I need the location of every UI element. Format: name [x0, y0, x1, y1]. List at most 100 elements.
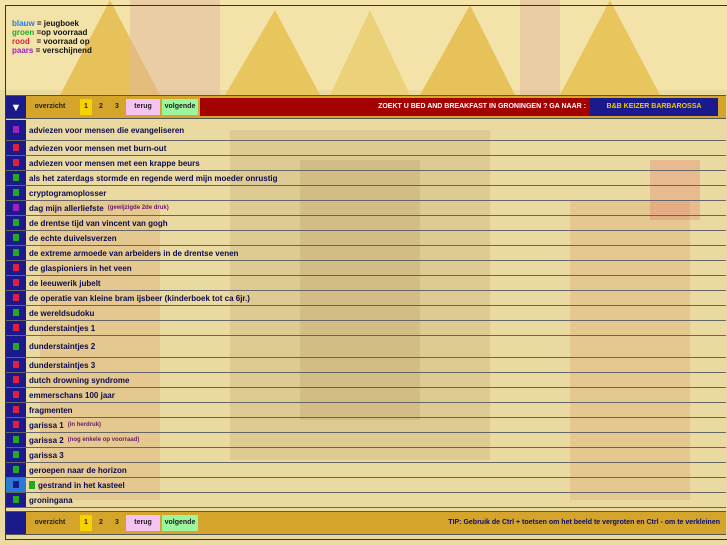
list-item[interactable]: de extreme armoede van arbeiders in de d… — [6, 246, 726, 261]
overzicht-link[interactable]: overzicht — [30, 99, 70, 115]
overzicht-link-bottom[interactable]: overzicht — [30, 515, 70, 531]
book-title-link[interactable]: cryptogramoplosser — [29, 186, 106, 200]
status-marker — [6, 276, 26, 290]
status-square-icon — [13, 324, 19, 331]
list-item[interactable]: adviezen voor mensen met een krappe beur… — [6, 156, 726, 171]
list-item[interactable]: dunderstaintjes 3 — [6, 358, 726, 373]
page-2-link-bottom[interactable]: 2 — [95, 515, 107, 531]
keizer-barbarossa-link[interactable]: B&B KEIZER BARBAROSSA — [590, 98, 718, 116]
list-item[interactable]: adviezen voor mensen met burn-out — [6, 141, 726, 156]
book-title-link[interactable]: groningana — [29, 493, 73, 507]
list-item[interactable]: dunderstaintjes 2 — [6, 336, 726, 358]
color-legend: blauw = jeugboek groen =op voorraad rood =… — [12, 19, 92, 55]
list-item[interactable]: geroepen naar de horizon — [6, 463, 726, 478]
page-3-link[interactable]: 3 — [111, 99, 123, 115]
book-title: adviezen voor mensen met een krappe beur… — [29, 158, 200, 168]
legend-entry: blauw = jeugboek — [12, 19, 92, 28]
list-item[interactable]: emmerschans 100 jaar — [6, 388, 726, 403]
list-item[interactable]: fragmenten — [6, 403, 726, 418]
page-1-link[interactable]: 1 — [80, 99, 92, 115]
list-item[interactable]: dutch drowning syndrome — [6, 373, 726, 388]
status-square-icon — [13, 294, 19, 301]
book-title-link[interactable]: adviezen voor mensen met burn-out — [29, 141, 166, 155]
list-item[interactable]: garissa 3 — [6, 448, 726, 463]
list-item[interactable]: gestrand in het kasteel — [6, 478, 726, 493]
book-title: geroepen naar de horizon — [29, 465, 127, 475]
legend-key: groen — [12, 28, 35, 37]
book-title-link[interactable]: de operatie van kleine bram ijsbeer (kin… — [29, 291, 250, 305]
book-title-link[interactable]: garissa 3 — [29, 448, 64, 462]
book-title: fragmenten — [29, 405, 73, 415]
legend-key: blauw — [12, 19, 35, 28]
status-marker — [6, 478, 26, 492]
book-title-link[interactable]: garissa 1 (in herdruk) — [29, 418, 101, 432]
status-square-icon — [13, 342, 19, 350]
list-item[interactable]: de leeuwerik jubelt — [6, 276, 726, 291]
book-title-link[interactable]: dag mijn allerliefste (gewijzigde 2de dru… — [29, 201, 169, 215]
book-title-link[interactable]: de extreme armoede van arbeiders in de d… — [29, 246, 238, 260]
book-title: dunderstaintjes 2 — [29, 342, 96, 351]
status-square-icon — [13, 249, 19, 256]
book-title-link[interactable]: adviezen voor mensen met een krappe beur… — [29, 156, 200, 170]
page-2-link[interactable]: 2 — [95, 99, 107, 115]
status-square-icon — [13, 496, 19, 503]
book-title-link[interactable]: garissa 2 (nog enkele op voorraad) — [29, 433, 139, 447]
book-title-link[interactable]: de glaspioniers in het veen — [29, 261, 132, 275]
book-title-link[interactable]: als het zaterdags stormde en regende wer… — [29, 171, 278, 185]
book-title-link[interactable]: dunderstaintjes 3 — [29, 358, 95, 372]
list-item[interactable]: de wereldsudoku — [6, 306, 726, 321]
arrow-down-icon[interactable]: ▼ — [6, 96, 26, 118]
book-title-link[interactable]: de echte duivelsverzen — [29, 231, 117, 245]
list-item[interactable]: garissa 2 (nog enkele op voorraad) — [6, 433, 726, 448]
book-title-link[interactable]: de drentse tijd van vincent van gogh — [29, 216, 168, 230]
page-3-link-bottom[interactable]: 3 — [111, 515, 123, 531]
status-square-icon — [13, 361, 19, 368]
list-item[interactable]: dunderstaintjes 1 — [6, 321, 726, 336]
book-title-link[interactable]: geroepen naar de horizon — [29, 463, 127, 477]
book-title: de glaspioniers in het veen — [29, 263, 132, 273]
list-item[interactable]: de drentse tijd van vincent van gogh — [6, 216, 726, 231]
book-title: als het zaterdags stormde en regende wer… — [29, 173, 278, 183]
status-square-icon — [13, 174, 19, 181]
book-title: adviezen voor mensen met burn-out — [29, 143, 167, 153]
book-title: groningana — [29, 495, 73, 505]
volgende-button-bottom[interactable]: volgende — [162, 515, 198, 531]
status-marker — [6, 321, 26, 335]
book-title: emmerschans 100 jaar — [29, 390, 115, 400]
terug-button[interactable]: terug — [126, 99, 160, 115]
list-item[interactable]: adviezen voor mensen die evangeliseren — [6, 120, 726, 141]
list-item[interactable]: garissa 1 (in herdruk) — [6, 418, 726, 433]
list-item[interactable]: cryptogramoplosser — [6, 186, 726, 201]
book-title-link[interactable]: adviezen voor mensen die evangeliseren — [29, 120, 184, 140]
list-item[interactable]: dag mijn allerliefste (gewijzigde 2de dru… — [6, 201, 726, 216]
status-square-icon — [13, 421, 19, 428]
status-square-icon — [13, 436, 19, 443]
book-title-link[interactable]: dutch drowning syndrome — [29, 373, 129, 387]
status-square-icon — [13, 234, 19, 241]
status-marker — [6, 388, 26, 402]
status-marker — [6, 216, 26, 230]
list-item[interactable]: de echte duivelsverzen — [6, 231, 726, 246]
terug-button-bottom[interactable]: terug — [126, 515, 160, 531]
book-title-link[interactable]: gestrand in het kasteel — [29, 478, 125, 492]
legend-desc: = jeugboek — [34, 19, 79, 28]
book-title-link[interactable]: de wereldsudoku — [29, 306, 94, 320]
legend-entry: paars = verschijnend — [12, 46, 92, 55]
book-title-link[interactable]: emmerschans 100 jaar — [29, 388, 115, 402]
volgende-button[interactable]: volgende — [162, 99, 198, 115]
book-title-link[interactable]: fragmenten — [29, 403, 73, 417]
page-1-link-bottom[interactable]: 1 — [80, 515, 92, 531]
book-note: (in herdruk) — [67, 422, 102, 428]
status-square-icon — [13, 264, 19, 271]
list-item[interactable]: als het zaterdags stormde en regende wer… — [6, 171, 726, 186]
book-title-link[interactable]: dunderstaintjes 2 — [29, 336, 95, 357]
list-item[interactable]: groningana — [6, 493, 726, 508]
top-nav-bar: ▼ overzicht 1 2 3 terug volgende ZOEKT U… — [6, 95, 726, 119]
list-item[interactable]: de operatie van kleine bram ijsbeer (kin… — [6, 291, 726, 306]
book-title-link[interactable]: de leeuwerik jubelt — [29, 276, 101, 290]
book-title-link[interactable]: dunderstaintjes 1 — [29, 321, 95, 335]
status-marker — [6, 186, 26, 200]
status-marker — [6, 291, 26, 305]
list-item[interactable]: de glaspioniers in het veen — [6, 261, 726, 276]
legend-key: rood — [12, 37, 30, 46]
